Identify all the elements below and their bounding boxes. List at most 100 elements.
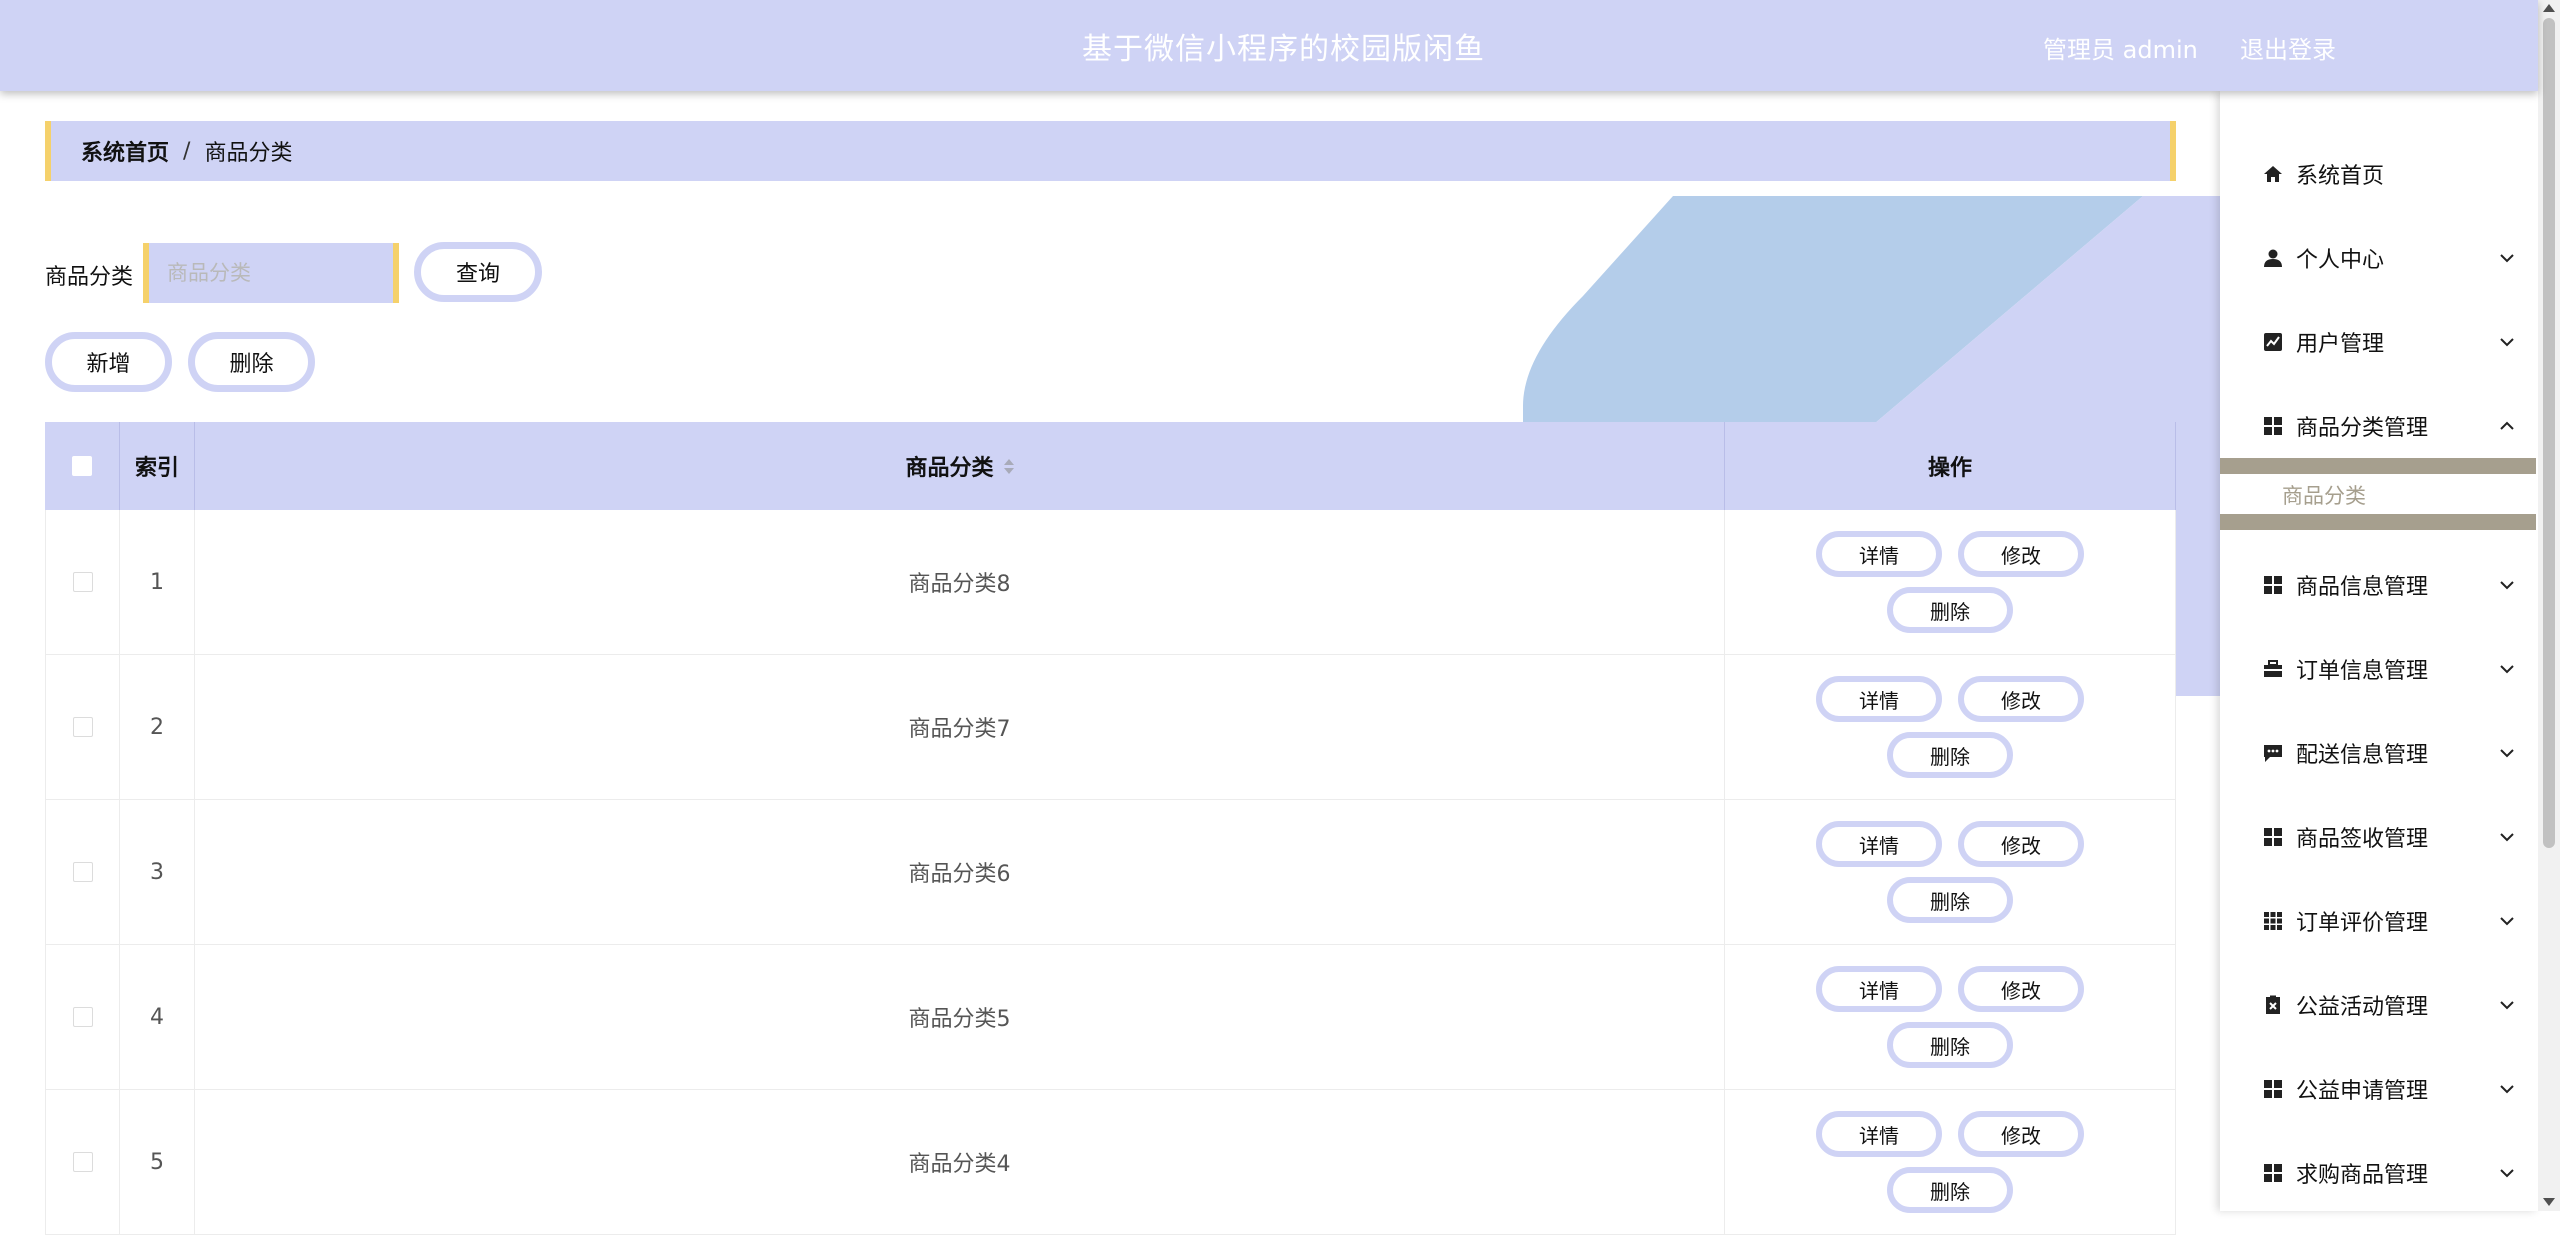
sidebar-menu: 系统首页 个人中心 用户管理 商品分类管理 商品分类 商品信息管理 订单信息管理…	[2220, 91, 2538, 1211]
logout-link[interactable]: 退出登录	[2240, 30, 2336, 65]
sidebar-item-label: 订单评价管理	[2296, 911, 2429, 936]
sidebar-item-order-review[interactable]: 订单评价管理	[2220, 879, 2538, 963]
sidebar-item-category-management[interactable]: 商品分类管理	[2220, 384, 2538, 468]
breadcrumb-current: 商品分类	[204, 141, 293, 166]
chevron-down-icon	[2500, 1001, 2514, 1010]
detail-button[interactable]: 详情	[1816, 1111, 1942, 1157]
breadcrumb-home[interactable]: 系统首页	[81, 135, 169, 167]
sidebar-item-goods-info[interactable]: 商品信息管理	[2220, 543, 2538, 627]
sort-icon[interactable]	[1003, 458, 1014, 474]
detail-button[interactable]: 详情	[1816, 821, 1942, 867]
table-row: 3 商品分类6 详情 修改 删除	[45, 800, 2176, 945]
chevron-down-icon	[2500, 749, 2514, 758]
clipboard-icon	[2262, 994, 2284, 1016]
chevron-down-icon	[2500, 581, 2514, 590]
row-category: 商品分类5	[195, 945, 1725, 1089]
header-category-label: 商品分类	[905, 456, 994, 481]
user-icon	[2262, 247, 2284, 269]
chevron-down-icon	[2500, 338, 2514, 347]
breadcrumb: 系统首页 / 商品分类	[45, 121, 2176, 181]
chevron-down-icon	[2500, 665, 2514, 674]
sidebar-item-user-management[interactable]: 用户管理	[2220, 300, 2538, 384]
chevron-down-icon	[2500, 1085, 2514, 1094]
table-row: 1 商品分类8 详情 修改 删除	[45, 510, 2176, 655]
table-header-row: 索引 商品分类 操作	[45, 422, 2176, 510]
sidebar-item-label: 公益活动管理	[2296, 995, 2429, 1020]
edit-button[interactable]: 修改	[1958, 676, 2084, 722]
scroll-down-arrow[interactable]	[2543, 1198, 2555, 1206]
row-operations: 详情 修改 删除	[1725, 800, 2176, 944]
sidebar-item-label: 配送信息管理	[2296, 743, 2429, 768]
grid-icon	[2262, 415, 2284, 437]
select-all-checkbox[interactable]	[72, 456, 92, 476]
sidebar-item-label: 个人中心	[2296, 248, 2385, 273]
row-delete-button[interactable]: 删除	[1887, 587, 2013, 633]
detail-button[interactable]: 详情	[1816, 676, 1942, 722]
home-icon	[2262, 163, 2284, 185]
sidebar-item-goods-receipt[interactable]: 商品签收管理	[2220, 795, 2538, 879]
scroll-up-arrow[interactable]	[2543, 4, 2555, 12]
sidebar-item-charity-application[interactable]: 公益申请管理	[2220, 1047, 2538, 1131]
sidebar-item-delivery-info[interactable]: 配送信息管理	[2220, 711, 2538, 795]
grid-icon	[2262, 1078, 2284, 1100]
header-select-cell	[45, 422, 120, 510]
sidebar-item-label: 公益申请管理	[2296, 1079, 2429, 1104]
sidebar-item-charity-activity[interactable]: 公益活动管理	[2220, 963, 2538, 1047]
row-checkbox[interactable]	[72, 862, 93, 882]
header-index: 索引	[120, 422, 195, 510]
edit-button[interactable]: 修改	[1958, 1111, 2084, 1157]
sidebar-item-label: 订单信息管理	[2296, 659, 2429, 684]
row-category: 商品分类8	[195, 510, 1725, 654]
scroll-thumb[interactable]	[2543, 18, 2555, 848]
sidebar-item-order-info[interactable]: 订单信息管理	[2220, 627, 2538, 711]
app-title: 基于微信小程序的校园版闲鱼	[1082, 32, 1485, 67]
sidebar-item-label: 用户管理	[2296, 332, 2385, 357]
page-scrollbar[interactable]	[2538, 0, 2560, 1211]
category-table: 索引 商品分类 操作 1 商品分类8 详情 修改 删除 2 商品分类7 详情 修…	[45, 422, 2176, 1235]
row-category: 商品分类4	[195, 1090, 1725, 1234]
sidebar-item-wanted-goods[interactable]: 求购商品管理	[2220, 1131, 2538, 1211]
category-search-input[interactable]	[143, 243, 399, 303]
detail-button[interactable]: 详情	[1816, 966, 1942, 1012]
submenu-item-category[interactable]: 商品分类	[2282, 480, 2366, 510]
grid-icon	[2262, 1162, 2284, 1184]
sidebar-item-label: 商品信息管理	[2296, 575, 2429, 600]
sidebar-item-label: 商品分类管理	[2296, 416, 2429, 441]
query-button[interactable]: 查询	[414, 242, 542, 302]
row-index: 3	[120, 800, 195, 944]
table-row: 4 商品分类5 详情 修改 删除	[45, 945, 2176, 1090]
row-index: 4	[120, 945, 195, 1089]
row-delete-button[interactable]: 删除	[1887, 1167, 2013, 1213]
row-delete-button[interactable]: 删除	[1887, 1022, 2013, 1068]
row-checkbox[interactable]	[72, 1152, 93, 1172]
row-index: 5	[120, 1090, 195, 1234]
row-category: 商品分类7	[195, 655, 1725, 799]
sidebar-item-label: 求购商品管理	[2296, 1163, 2429, 1188]
edit-button[interactable]: 修改	[1958, 821, 2084, 867]
row-checkbox[interactable]	[72, 1007, 93, 1027]
row-checkbox[interactable]	[72, 572, 93, 592]
row-checkbox[interactable]	[72, 717, 93, 737]
chevron-down-icon	[2500, 917, 2514, 926]
detail-button[interactable]: 详情	[1816, 531, 1942, 577]
batch-delete-button[interactable]: 删除	[188, 332, 315, 392]
chevron-down-icon	[2500, 1169, 2514, 1178]
grid-icon	[2262, 574, 2284, 596]
submenu-bar-bottom	[2220, 514, 2536, 530]
header-category[interactable]: 商品分类	[195, 422, 1725, 510]
search-label: 商品分类	[45, 265, 134, 290]
current-user: 管理员 admin	[2043, 36, 2198, 64]
grid-icon	[2262, 826, 2284, 848]
table-row: 2 商品分类7 详情 修改 删除	[45, 655, 2176, 800]
row-delete-button[interactable]: 删除	[1887, 732, 2013, 778]
edit-button[interactable]: 修改	[1958, 531, 2084, 577]
add-button[interactable]: 新增	[45, 332, 172, 392]
sidebar-item-home[interactable]: 系统首页	[2220, 132, 2538, 216]
sidebar-item-personal-center[interactable]: 个人中心	[2220, 216, 2538, 300]
header-operation: 操作	[1725, 422, 2176, 510]
top-header: 基于微信小程序的校园版闲鱼 管理员 admin 退出登录	[0, 0, 2538, 91]
sidebar-item-label: 系统首页	[2296, 164, 2385, 189]
edit-button[interactable]: 修改	[1958, 966, 2084, 1012]
row-delete-button[interactable]: 删除	[1887, 877, 2013, 923]
submenu-bar-top	[2220, 458, 2536, 474]
